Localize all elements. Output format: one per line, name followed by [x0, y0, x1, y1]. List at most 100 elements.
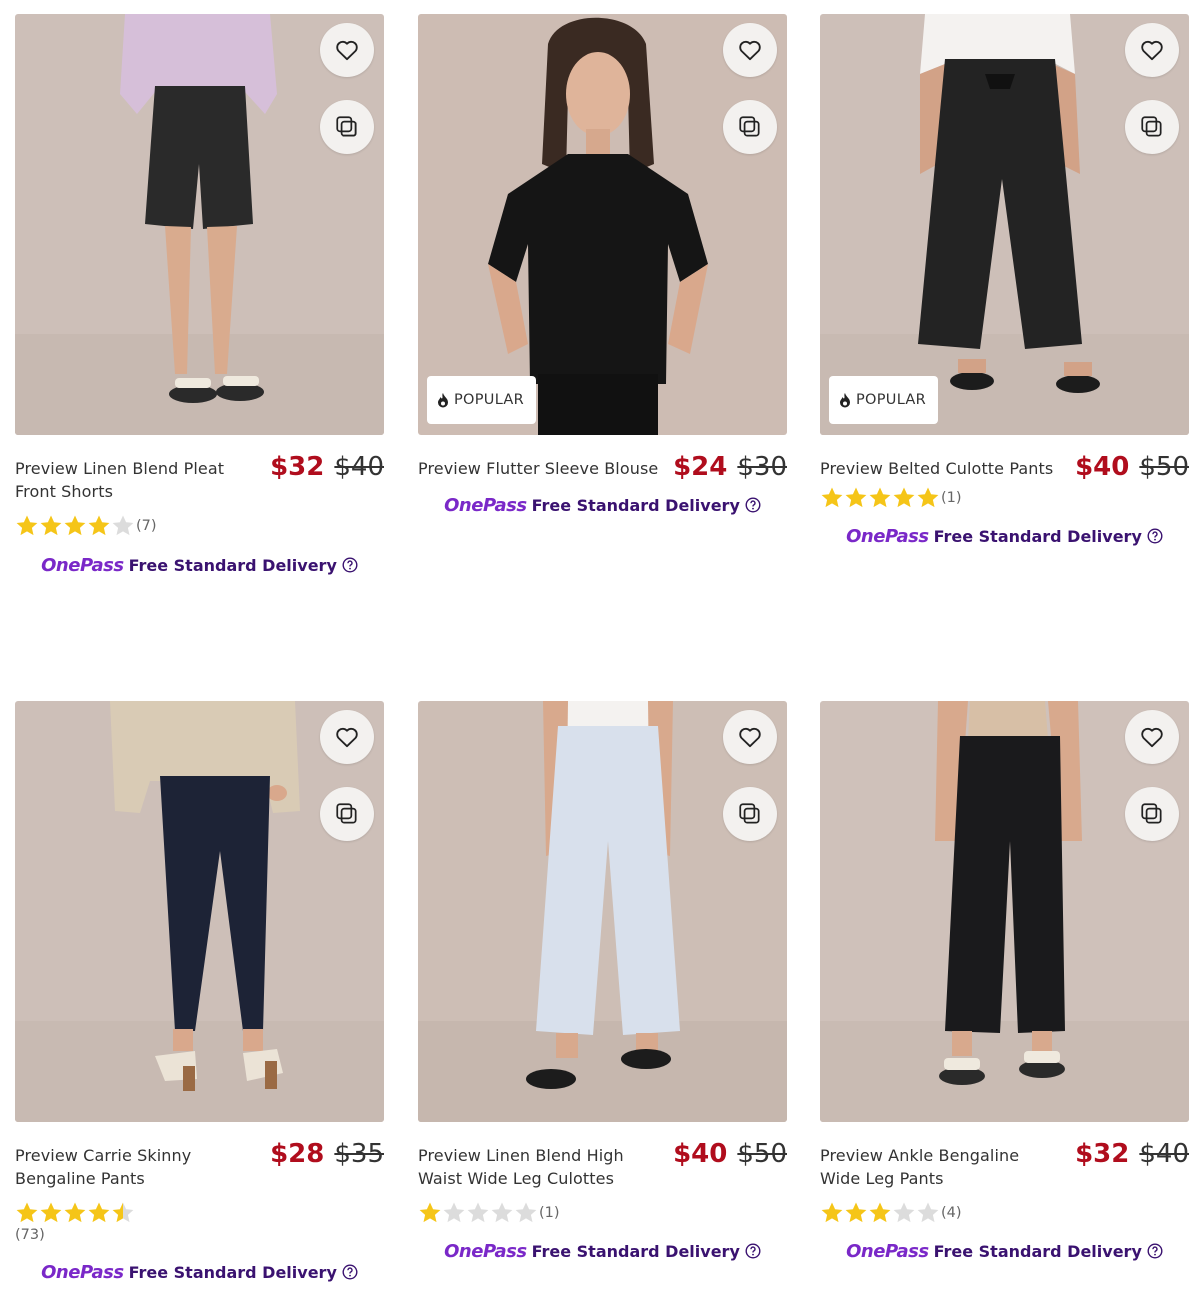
product-image[interactable]: POPULAR [820, 14, 1189, 435]
star-icon [40, 515, 62, 536]
compare-icon [1141, 803, 1162, 824]
help-button[interactable] [342, 557, 358, 573]
price-group: $32 $40 [270, 452, 384, 482]
star-icon [467, 1202, 489, 1223]
price-group: $28 $35 [270, 1139, 384, 1169]
review-count[interactable]: (1) [941, 490, 962, 506]
wishlist-button[interactable] [320, 23, 374, 77]
help-button[interactable] [745, 1243, 761, 1259]
product-image[interactable]: POPULAR [418, 14, 787, 435]
star-icon [88, 515, 110, 536]
heart-icon [739, 727, 761, 748]
star-icon [40, 1202, 62, 1223]
delivery-label: Free Standard Delivery [128, 1262, 337, 1282]
product-name[interactable]: Preview Carrie Skinny Bengaline Pants [15, 1144, 245, 1190]
product-photo [15, 14, 384, 435]
star-rating [418, 1201, 538, 1225]
popular-label: POPULAR [454, 392, 525, 408]
onepass-logo: OnePass [41, 554, 124, 576]
product-card[interactable]: Preview Linen Blend Pleat Front Shorts $… [15, 14, 384, 578]
delivery-label: Free Standard Delivery [933, 1241, 1142, 1261]
compare-icon [739, 116, 760, 137]
heart-icon [336, 40, 358, 61]
help-circle-icon [1147, 1243, 1163, 1259]
compare-icon [336, 803, 357, 824]
price-group: $32 $40 [1075, 1139, 1189, 1169]
review-count[interactable]: (1) [539, 1205, 560, 1221]
onepass-delivery: OnePass Free Standard Delivery [418, 1238, 787, 1264]
compare-icon [1141, 116, 1162, 137]
product-info: Preview Carrie Skinny Bengaline Pants $2… [15, 1139, 384, 1204]
star-icon [869, 487, 891, 508]
price-group: $40 $50 [1075, 452, 1189, 482]
product-info: Preview Linen Blend High Waist Wide Leg … [418, 1139, 787, 1204]
help-button[interactable] [745, 497, 761, 513]
sale-price: $28 [270, 1139, 325, 1169]
heart-icon [1141, 40, 1163, 61]
onepass-delivery: OnePass Free Standard Delivery [418, 492, 787, 518]
product-image[interactable] [820, 701, 1189, 1122]
product-name[interactable]: Preview Flutter Sleeve Blouse [418, 457, 668, 480]
review-count[interactable]: (7) [136, 518, 157, 534]
wishlist-button[interactable] [723, 710, 777, 764]
wishlist-button[interactable] [1125, 23, 1179, 77]
star-icon [491, 1202, 513, 1223]
review-count[interactable]: (4) [941, 1205, 962, 1221]
star-icon [16, 515, 38, 536]
product-name[interactable]: Preview Linen Blend Pleat Front Shorts [15, 457, 245, 503]
onepass-delivery: OnePass Free Standard Delivery [15, 1259, 384, 1285]
wishlist-button[interactable] [320, 710, 374, 764]
original-price: $30 [737, 452, 787, 482]
popular-badge: POPULAR [427, 376, 537, 424]
help-button[interactable] [342, 1264, 358, 1280]
product-name[interactable]: Preview Belted Culotte Pants [820, 457, 1065, 480]
sale-price: $32 [270, 452, 325, 482]
product-card[interactable]: Preview Linen Blend High Waist Wide Leg … [418, 701, 787, 1264]
wishlist-button[interactable] [1125, 710, 1179, 764]
star-icon [443, 1202, 465, 1223]
product-image[interactable] [15, 14, 384, 435]
product-photo [820, 14, 1189, 435]
rating: (1) [418, 1201, 787, 1225]
product-photo [820, 701, 1189, 1122]
compare-button[interactable] [1125, 787, 1179, 841]
star-icon [893, 1202, 915, 1223]
compare-button[interactable] [320, 100, 374, 154]
product-name[interactable]: Preview Linen Blend High Waist Wide Leg … [418, 1144, 658, 1190]
star-icon [821, 487, 843, 508]
compare-button[interactable] [723, 787, 777, 841]
rating [15, 1201, 384, 1225]
product-info: Preview Flutter Sleeve Blouse $24 $30 [418, 452, 787, 493]
product-card[interactable]: Preview Carrie Skinny Bengaline Pants $2… [15, 701, 384, 1285]
help-button[interactable] [1147, 528, 1163, 544]
product-card[interactable]: Preview Ankle Bengaline Wide Leg Pants $… [820, 701, 1189, 1264]
rating: (1) [820, 486, 1189, 510]
help-circle-icon [745, 1243, 761, 1259]
popular-label: POPULAR [856, 392, 927, 408]
compare-button[interactable] [320, 787, 374, 841]
compare-button[interactable] [723, 100, 777, 154]
help-button[interactable] [1147, 1243, 1163, 1259]
product-image[interactable] [418, 701, 787, 1122]
original-price: $40 [1139, 1139, 1189, 1169]
star-rating [15, 514, 135, 538]
heart-icon [739, 40, 761, 61]
onepass-delivery: OnePass Free Standard Delivery [820, 1238, 1189, 1264]
wishlist-button[interactable] [723, 23, 777, 77]
star-icon [893, 487, 915, 508]
product-card[interactable]: POPULAR Preview Flutter Sleeve Blouse $2… [418, 14, 787, 518]
sale-price: $40 [1075, 452, 1130, 482]
product-image[interactable] [15, 701, 384, 1122]
star-icon [869, 1202, 891, 1223]
product-name[interactable]: Preview Ankle Bengaline Wide Leg Pants [820, 1144, 1040, 1190]
product-card[interactable]: POPULAR Preview Belted Culotte Pants $40… [820, 14, 1189, 549]
compare-button[interactable] [1125, 100, 1179, 154]
sale-price: $40 [673, 1139, 728, 1169]
delivery-label: Free Standard Delivery [933, 526, 1142, 546]
review-count[interactable]: (73) [15, 1227, 384, 1243]
star-icon [16, 1202, 38, 1223]
onepass-delivery: OnePass Free Standard Delivery [820, 523, 1189, 549]
star-icon [419, 1202, 441, 1223]
delivery-label: Free Standard Delivery [128, 555, 337, 575]
delivery-label: Free Standard Delivery [531, 1241, 740, 1261]
